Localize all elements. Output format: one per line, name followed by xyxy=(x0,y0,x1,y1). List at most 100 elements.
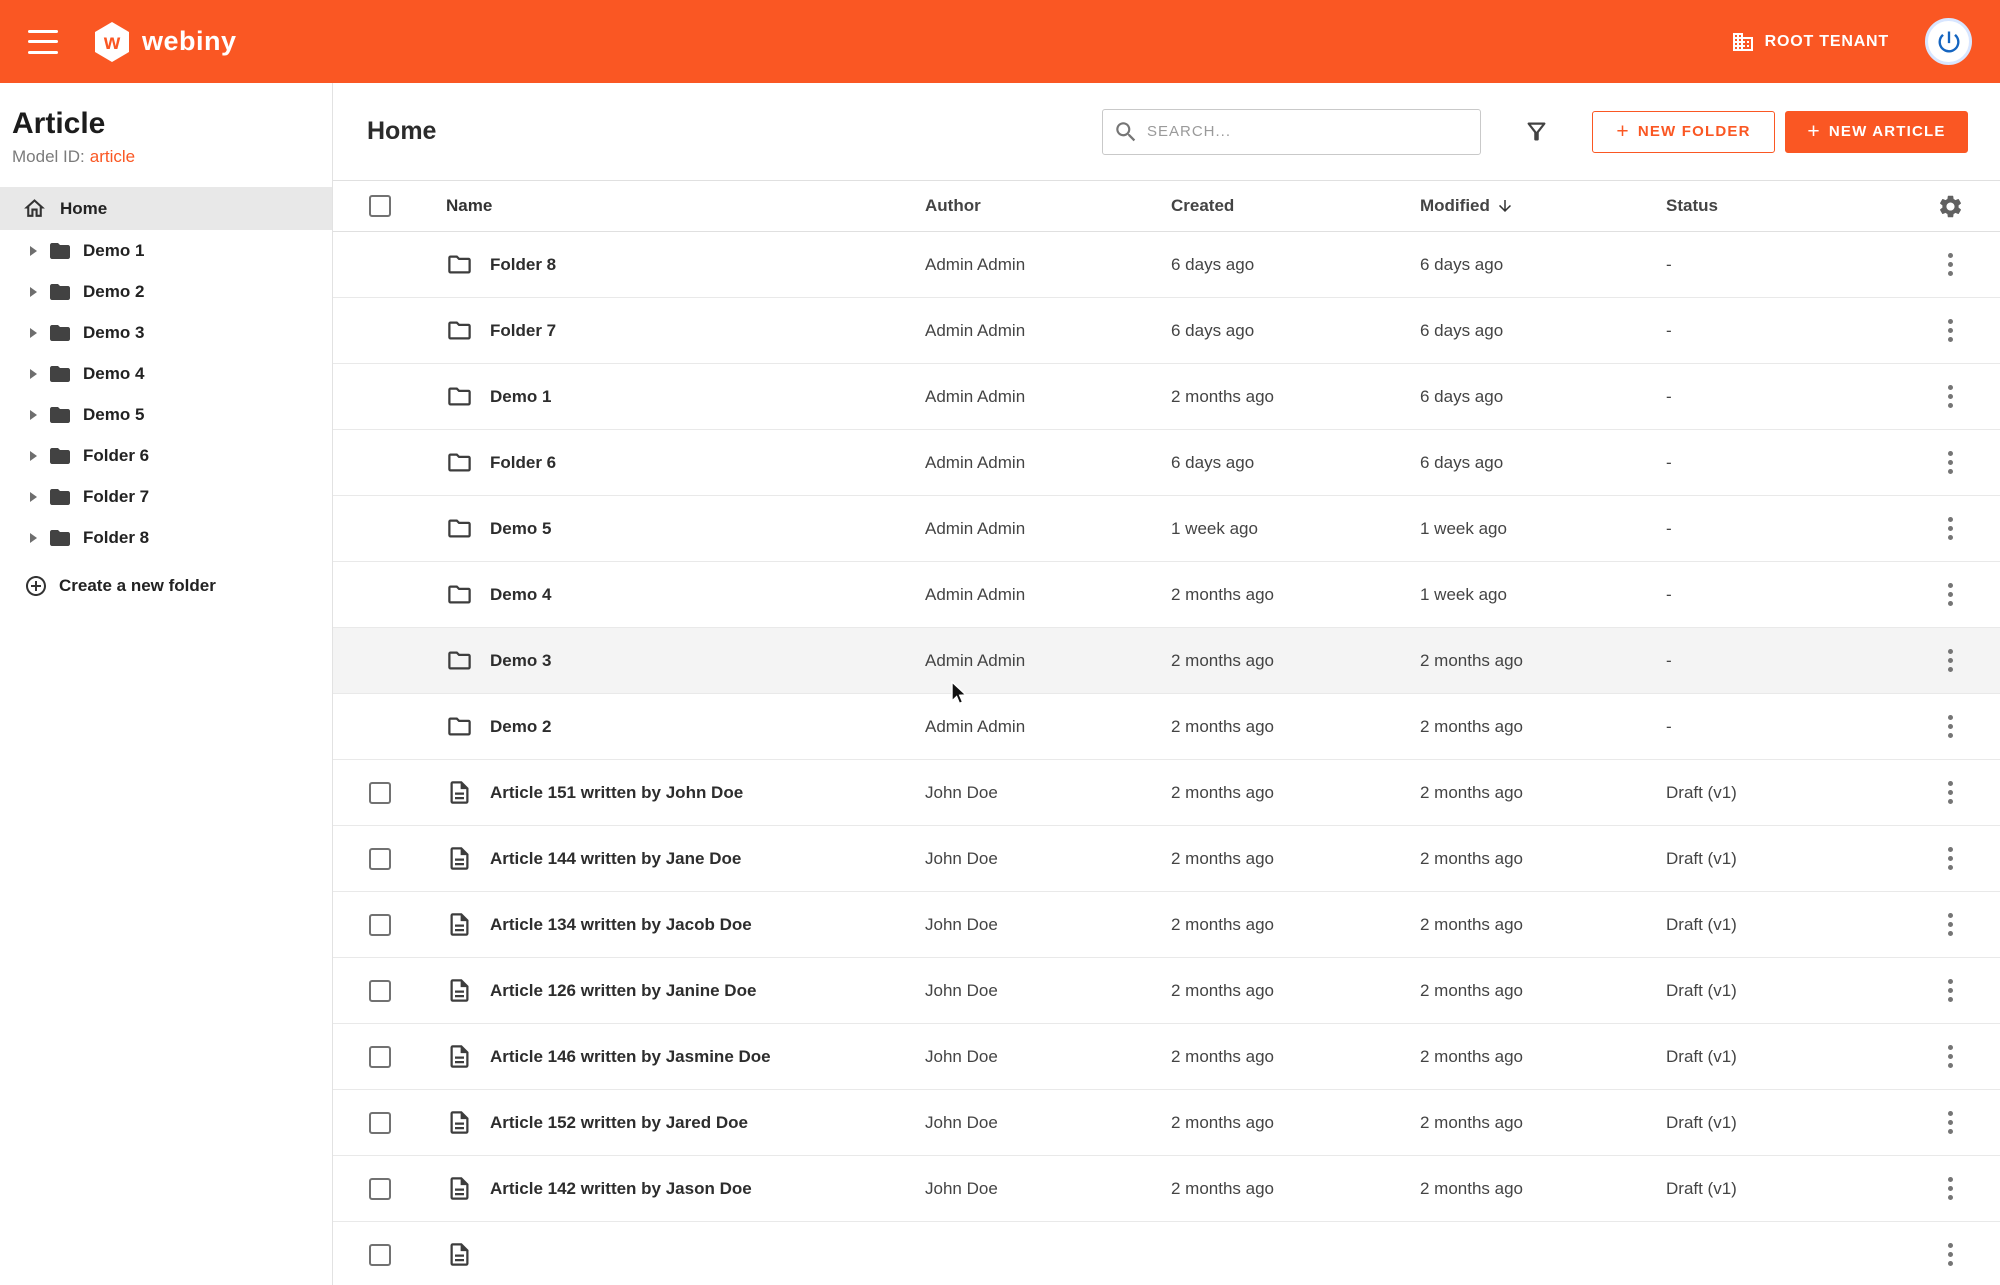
column-header-author[interactable]: Author xyxy=(925,196,1171,216)
sidebar-folder-item[interactable]: Demo 1 xyxy=(0,230,332,271)
table-row[interactable]: Demo 2 Admin Admin 2 months ago 2 months… xyxy=(333,694,2000,760)
chevron-right-icon[interactable] xyxy=(30,410,37,420)
webiny-logo[interactable]: w webiny xyxy=(92,20,237,64)
row-created: 6 days ago xyxy=(1171,255,1420,275)
folder-icon xyxy=(446,317,473,344)
folder-icon xyxy=(48,444,72,468)
row-name: Article 126 written by Janine Doe xyxy=(490,981,756,1001)
row-menu-button[interactable] xyxy=(1942,577,1959,612)
row-checkbox[interactable] xyxy=(369,1244,391,1266)
chevron-right-icon[interactable] xyxy=(30,369,37,379)
column-header-created[interactable]: Created xyxy=(1171,196,1420,216)
table-row[interactable]: Folder 6 Admin Admin 6 days ago 6 days a… xyxy=(333,430,2000,496)
row-checkbox[interactable] xyxy=(369,1178,391,1200)
row-author: John Doe xyxy=(925,783,1171,803)
sidebar-folder-item[interactable]: Folder 7 xyxy=(0,476,332,517)
chevron-right-icon[interactable] xyxy=(30,492,37,502)
article-icon xyxy=(446,977,473,1004)
row-menu-button[interactable] xyxy=(1942,1105,1959,1140)
chevron-right-icon[interactable] xyxy=(30,328,37,338)
row-menu-button[interactable] xyxy=(1942,643,1959,678)
table-row[interactable]: Article 134 written by Jacob Doe John Do… xyxy=(333,892,2000,958)
sidebar-folder-label: Demo 2 xyxy=(83,282,144,302)
search-input[interactable] xyxy=(1102,109,1481,155)
table-row[interactable]: Demo 4 Admin Admin 2 months ago 1 week a… xyxy=(333,562,2000,628)
row-modified: 2 months ago xyxy=(1420,651,1666,671)
row-modified: 6 days ago xyxy=(1420,387,1666,407)
sidebar-folder-item[interactable]: Demo 5 xyxy=(0,394,332,435)
row-menu-button[interactable] xyxy=(1942,247,1959,282)
sidebar-folder-item[interactable]: Demo 2 xyxy=(0,271,332,312)
row-modified: 2 months ago xyxy=(1420,1113,1666,1133)
row-menu-button[interactable] xyxy=(1942,1039,1959,1074)
chevron-right-icon[interactable] xyxy=(30,533,37,543)
model-id-label: Model ID: xyxy=(12,147,85,166)
row-status: - xyxy=(1666,519,1920,539)
row-created: 6 days ago xyxy=(1171,321,1420,341)
new-article-label: NEW ARTICLE xyxy=(1829,123,1946,140)
create-folder-button[interactable]: Create a new folder xyxy=(0,558,332,598)
row-menu-button[interactable] xyxy=(1942,313,1959,348)
row-checkbox[interactable] xyxy=(369,1046,391,1068)
column-header-name[interactable]: Name xyxy=(446,196,925,216)
row-menu-button[interactable] xyxy=(1942,841,1959,876)
row-menu-button[interactable] xyxy=(1942,973,1959,1008)
article-icon xyxy=(446,1175,473,1202)
model-id-value: article xyxy=(90,147,135,166)
sidebar-folder-item[interactable]: Folder 6 xyxy=(0,435,332,476)
column-header-status[interactable]: Status xyxy=(1666,196,1920,216)
table-row[interactable] xyxy=(333,1222,2000,1285)
row-menu-button[interactable] xyxy=(1942,709,1959,744)
row-checkbox[interactable] xyxy=(369,914,391,936)
row-menu-button[interactable] xyxy=(1942,445,1959,480)
new-folder-button[interactable]: + NEW FOLDER xyxy=(1592,111,1775,153)
column-header-modified[interactable]: Modified xyxy=(1420,196,1666,216)
row-created: 2 months ago xyxy=(1171,717,1420,737)
chevron-right-icon[interactable] xyxy=(30,451,37,461)
user-menu-button[interactable] xyxy=(1925,18,1972,65)
row-checkbox[interactable] xyxy=(369,848,391,870)
row-created: 2 months ago xyxy=(1171,783,1420,803)
sidebar-folder-item[interactable]: Demo 3 xyxy=(0,312,332,353)
table-row[interactable]: Folder 8 Admin Admin 6 days ago 6 days a… xyxy=(333,232,2000,298)
row-status: - xyxy=(1666,717,1920,737)
table-row[interactable]: Article 126 written by Janine Doe John D… xyxy=(333,958,2000,1024)
chevron-right-icon[interactable] xyxy=(30,287,37,297)
table-row[interactable]: Folder 7 Admin Admin 6 days ago 6 days a… xyxy=(333,298,2000,364)
select-all-checkbox[interactable] xyxy=(369,195,391,217)
row-menu-button[interactable] xyxy=(1942,511,1959,546)
chevron-right-icon[interactable] xyxy=(30,246,37,256)
article-icon xyxy=(446,779,473,806)
filter-button[interactable] xyxy=(1523,118,1550,145)
table-row[interactable]: Article 142 written by Jason Doe John Do… xyxy=(333,1156,2000,1222)
sidebar-item-home[interactable]: Home xyxy=(0,187,332,230)
menu-button[interactable] xyxy=(28,30,58,54)
row-menu-button[interactable] xyxy=(1942,379,1959,414)
table-row[interactable]: Article 151 written by John Doe John Doe… xyxy=(333,760,2000,826)
row-menu-button[interactable] xyxy=(1942,907,1959,942)
row-checkbox[interactable] xyxy=(369,1112,391,1134)
power-icon xyxy=(1935,28,1963,56)
table-row[interactable]: Article 152 written by Jared Doe John Do… xyxy=(333,1090,2000,1156)
plus-icon: + xyxy=(1807,121,1820,142)
row-checkbox[interactable] xyxy=(369,980,391,1002)
sidebar-folder-item[interactable]: Folder 8 xyxy=(0,517,332,558)
new-article-button[interactable]: + NEW ARTICLE xyxy=(1785,111,1968,153)
column-settings-button[interactable] xyxy=(1937,193,1964,220)
row-created: 2 months ago xyxy=(1171,1179,1420,1199)
row-created: 2 months ago xyxy=(1171,387,1420,407)
table-row[interactable]: Demo 5 Admin Admin 1 week ago 1 week ago… xyxy=(333,496,2000,562)
row-menu-button[interactable] xyxy=(1942,775,1959,810)
table-row[interactable]: Demo 3 Admin Admin 2 months ago 2 months… xyxy=(333,628,2000,694)
table-row[interactable]: Demo 1 Admin Admin 2 months ago 6 days a… xyxy=(333,364,2000,430)
table-row[interactable]: Article 144 written by Jane Doe John Doe… xyxy=(333,826,2000,892)
row-checkbox[interactable] xyxy=(369,782,391,804)
sidebar-folder-item[interactable]: Demo 4 xyxy=(0,353,332,394)
row-menu-button[interactable] xyxy=(1942,1237,1959,1272)
row-name: Folder 8 xyxy=(490,255,556,275)
folder-icon xyxy=(48,321,72,345)
row-modified: 2 months ago xyxy=(1420,1179,1666,1199)
tenant-selector[interactable]: ROOT TENANT xyxy=(1731,30,1889,54)
table-row[interactable]: Article 146 written by Jasmine Doe John … xyxy=(333,1024,2000,1090)
row-menu-button[interactable] xyxy=(1942,1171,1959,1206)
